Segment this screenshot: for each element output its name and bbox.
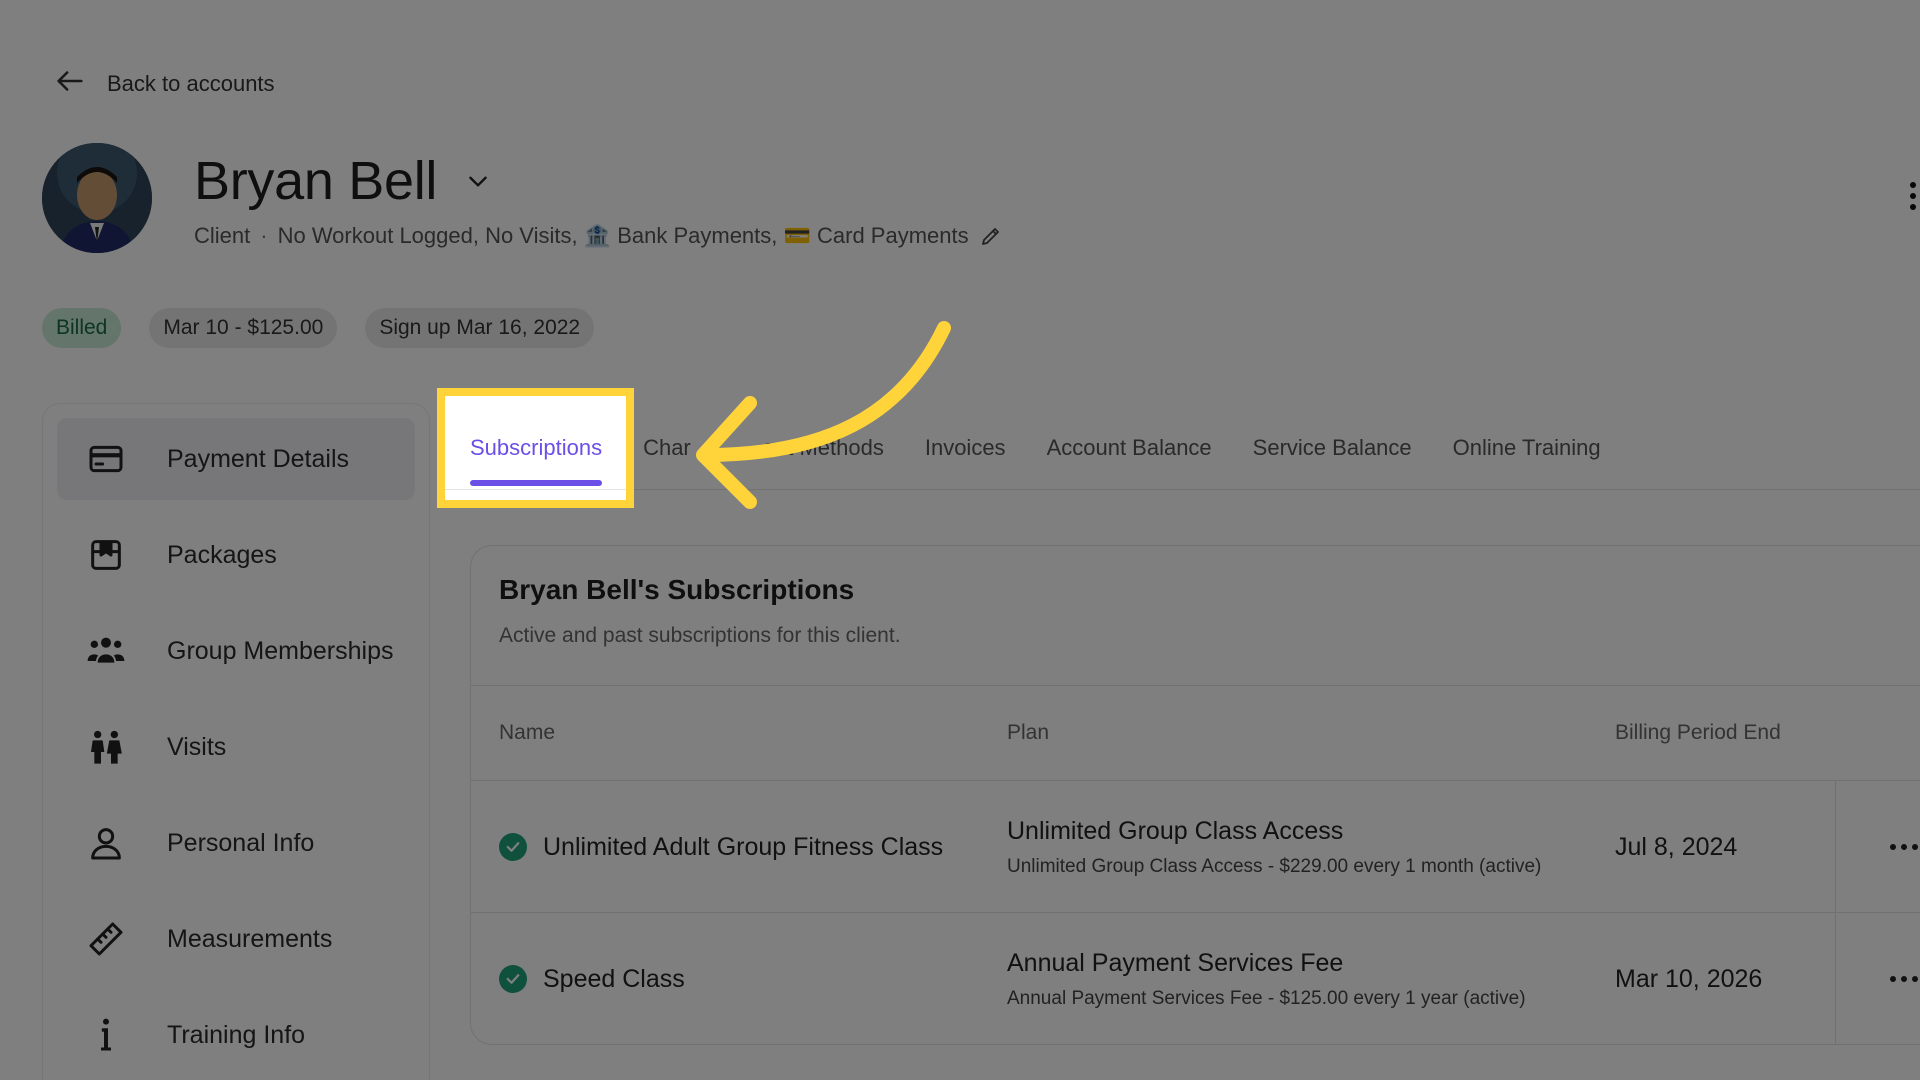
- check-circle-icon: [499, 833, 527, 861]
- row-more-icon[interactable]: [1835, 781, 1920, 913]
- table-row[interactable]: Unlimited Adult Group Fitness Class Unli…: [471, 781, 1920, 913]
- sidebar-item-label: Payment Details: [167, 444, 350, 473]
- sidebar-item-measurements[interactable]: Measurements: [57, 898, 415, 980]
- sidebar-item-label: Training Info: [167, 1020, 306, 1049]
- row-more-icon[interactable]: [1835, 913, 1920, 1045]
- subscription-name: Unlimited Adult Group Fitness Class: [543, 832, 944, 861]
- signup-badge: Sign up Mar 16, 2022: [365, 308, 595, 348]
- client-meta: Client · No Workout Logged, No Visits, 🏦…: [194, 223, 1003, 249]
- person-icon: [85, 822, 127, 864]
- billing-period-end: Mar 10, 2026: [1615, 964, 1763, 993]
- tab-subscriptions[interactable]: Subscriptions: [470, 420, 603, 486]
- plan-description: Unlimited Group Class Access - $229.00 e…: [1007, 855, 1542, 877]
- tab-service-balance[interactable]: Service Balance: [1253, 420, 1412, 476]
- avatar: [42, 143, 152, 253]
- status-badges: Billed Mar 10 - $125.00 Sign up Mar 16, …: [42, 308, 595, 348]
- sidebar: Payment Details Packages Group Membershi…: [42, 403, 430, 1080]
- group-icon: [85, 630, 127, 672]
- check-circle-icon: [499, 965, 527, 993]
- tab-online-training[interactable]: Online Training: [1453, 420, 1601, 476]
- client-tags: No Workout Logged, No Visits, 🏦 Bank Pay…: [277, 223, 969, 248]
- client-role: Client: [194, 223, 251, 248]
- meta-separator: ·: [260, 223, 268, 248]
- plan-title: Unlimited Group Class Access: [1007, 816, 1344, 845]
- credit-card-icon: [85, 438, 127, 480]
- more-options-icon[interactable]: [1906, 182, 1920, 210]
- visits-icon: [85, 726, 127, 768]
- tab-account-balance[interactable]: Account Balance: [1047, 420, 1212, 476]
- column-header-name: Name: [499, 721, 556, 744]
- sidebar-item-label: Personal Info: [167, 828, 315, 857]
- sidebar-item-training-info[interactable]: Training Info: [57, 994, 415, 1076]
- profile-header: Bryan Bell Client · No Workout Logged, N…: [42, 143, 1003, 253]
- tab-bar: Subscriptions Char ent Methods Invoices …: [470, 420, 1642, 486]
- package-icon: [85, 534, 127, 576]
- plan-description: Annual Payment Services Fee - $125.00 ev…: [1007, 987, 1526, 1009]
- table-header: Name Plan Billing Period End: [471, 686, 1920, 781]
- back-to-accounts-link[interactable]: Back to accounts: [53, 64, 275, 104]
- tab-invoices[interactable]: Invoices: [925, 420, 1006, 476]
- subscriptions-card: Bryan Bell's Subscriptions Active and pa…: [470, 545, 1920, 1045]
- ruler-icon: [85, 918, 127, 960]
- sidebar-item-label: Visits: [167, 732, 227, 761]
- sidebar-item-label: Group Memberships: [167, 636, 394, 665]
- billing-badge: Mar 10 - $125.00: [149, 308, 338, 348]
- pencil-icon[interactable]: [979, 224, 1003, 248]
- info-icon: [85, 1014, 127, 1056]
- tab-payment-methods[interactable]: ent Methods: [763, 420, 884, 476]
- client-name: Bryan Bell: [194, 151, 438, 211]
- chevron-down-icon[interactable]: [465, 168, 491, 194]
- table-row[interactable]: Speed Class Annual Payment Services Fee …: [471, 913, 1920, 1045]
- column-header-billing-end: Billing Period End: [1615, 721, 1781, 744]
- billing-period-end: Jul 8, 2024: [1615, 832, 1738, 861]
- arrow-left-icon: [53, 64, 87, 104]
- card-subtitle: Active and past subscriptions for this c…: [499, 624, 901, 647]
- subscription-name: Speed Class: [543, 964, 685, 993]
- column-header-plan: Plan: [1007, 721, 1050, 744]
- tabs-divider: [440, 489, 1920, 490]
- tab-charges[interactable]: Char: [643, 420, 691, 476]
- sidebar-item-packages[interactable]: Packages: [57, 514, 415, 596]
- sidebar-item-label: Packages: [167, 540, 277, 569]
- plan-title: Annual Payment Services Fee: [1007, 948, 1344, 977]
- sidebar-item-group-memberships[interactable]: Group Memberships: [57, 610, 415, 692]
- sidebar-item-payment-details[interactable]: Payment Details: [57, 418, 415, 500]
- sidebar-item-personal-info[interactable]: Personal Info: [57, 802, 415, 884]
- sidebar-item-label: Measurements: [167, 924, 333, 953]
- back-link-label: Back to accounts: [107, 71, 275, 96]
- status-badge: Billed: [42, 308, 122, 348]
- card-title: Bryan Bell's Subscriptions: [499, 574, 855, 605]
- sidebar-item-visits[interactable]: Visits: [57, 706, 415, 788]
